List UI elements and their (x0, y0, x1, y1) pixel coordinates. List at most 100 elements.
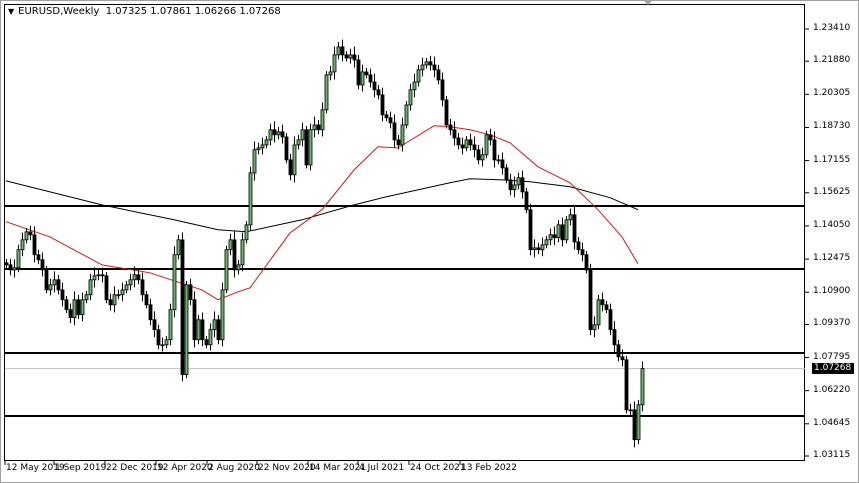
bull-candle (92, 275, 97, 281)
bear-candle (452, 129, 457, 139)
bear-candle (552, 234, 557, 239)
bull-candle (244, 224, 249, 241)
bear-candle (152, 319, 157, 331)
bear-candle (472, 144, 477, 151)
bear-candle (576, 241, 581, 251)
bull-candle (416, 69, 421, 83)
bull-candle (212, 319, 217, 331)
time-tick-label: 22 Dec 2019 (106, 463, 164, 473)
price-tick-label: 1.04645 (813, 417, 851, 428)
bear-candle (316, 124, 321, 131)
bear-candle (560, 224, 565, 241)
bear-candle (368, 74, 373, 83)
bear-candle (444, 99, 449, 126)
chart-canvas (4, 28, 809, 465)
bull-candle (540, 244, 545, 251)
bull-candle (308, 129, 313, 166)
bear-candle (624, 359, 629, 411)
ohlc-high: 1.07861 (150, 6, 192, 17)
bear-candle (520, 177, 525, 193)
bear-candle (284, 136, 289, 161)
chart-shift-marker-icon[interactable] (643, 0, 653, 5)
bear-candle (372, 81, 377, 91)
bull-candle (320, 109, 325, 131)
bull-candle (484, 134, 489, 156)
moving-average-fast (5, 125, 639, 301)
bear-candle (356, 59, 361, 86)
bull-candle (400, 124, 405, 146)
bear-candle (604, 304, 609, 311)
bull-candle (268, 129, 273, 141)
bull-candle (20, 239, 25, 251)
bear-candle (60, 289, 65, 301)
bull-candle (96, 274, 101, 277)
bear-candle (440, 79, 445, 101)
price-tick-label: 1.14050 (813, 219, 851, 230)
bear-candle (428, 61, 433, 66)
bull-candle (260, 144, 265, 149)
bear-candle (40, 259, 45, 271)
bull-candle (172, 254, 177, 311)
time-tick-label: 13 Feb 2022 (461, 463, 518, 473)
bull-candle (116, 294, 121, 297)
bear-candle (432, 64, 437, 71)
bull-candle (336, 46, 341, 56)
bear-candle (456, 137, 461, 146)
bear-candle (620, 356, 625, 361)
bear-candle (528, 209, 533, 251)
bull-candle (16, 249, 21, 269)
bear-candle (108, 299, 113, 306)
price-tick-label: 1.17155 (813, 154, 851, 165)
bull-candle (412, 81, 417, 91)
bear-candle (340, 46, 345, 56)
bear-candle (36, 254, 41, 261)
bull-candle (220, 289, 225, 341)
bear-candle (580, 249, 585, 256)
bear-candle (508, 179, 513, 191)
ohlc-low: 1.06266 (194, 6, 237, 17)
bull-candle (292, 144, 297, 176)
bull-candle (420, 64, 425, 71)
bear-candle (492, 139, 497, 161)
bear-candle (616, 344, 621, 358)
bull-candle (248, 172, 253, 226)
bear-candle (216, 319, 221, 341)
price-tick-label: 1.09370 (813, 318, 851, 329)
bull-candle (48, 284, 53, 291)
bear-candle (200, 319, 205, 341)
bear-candle (148, 304, 153, 321)
bull-candle (252, 149, 257, 174)
bull-candle (464, 139, 469, 149)
price-tick-label: 1.21880 (813, 55, 851, 66)
bear-candle (28, 231, 33, 236)
bull-candle (328, 71, 333, 76)
bear-candle (156, 329, 161, 346)
price-tick-label: 1.10900 (813, 286, 851, 297)
bull-candle (160, 344, 165, 347)
bear-candle (600, 299, 605, 306)
time-tick-label: 24 Oct 2021 (410, 463, 466, 473)
bear-candle (384, 114, 389, 119)
bear-candle (64, 299, 69, 311)
bull-candle (184, 284, 189, 376)
bull-candle (176, 239, 181, 256)
bull-candle (256, 147, 261, 151)
bull-candle (496, 159, 501, 162)
bull-candle (72, 299, 77, 319)
bull-candle (208, 329, 213, 346)
bull-candle (124, 284, 129, 291)
bear-candle (204, 339, 209, 346)
bull-candle (120, 289, 125, 296)
bear-candle (44, 269, 49, 291)
bear-candle (136, 274, 141, 281)
ohlc-open: 1.07325 (105, 6, 148, 17)
dropdown-triangle-icon[interactable]: ▼ (8, 7, 14, 16)
bull-candle (628, 409, 633, 412)
bull-candle (132, 274, 137, 281)
bear-candle (632, 409, 637, 441)
price-tick-label: 1.06220 (813, 384, 851, 395)
bear-candle (392, 122, 397, 141)
bull-candle (112, 294, 117, 306)
bull-candle (640, 368, 645, 406)
price-tick-label: 1.03115 (813, 450, 851, 460)
